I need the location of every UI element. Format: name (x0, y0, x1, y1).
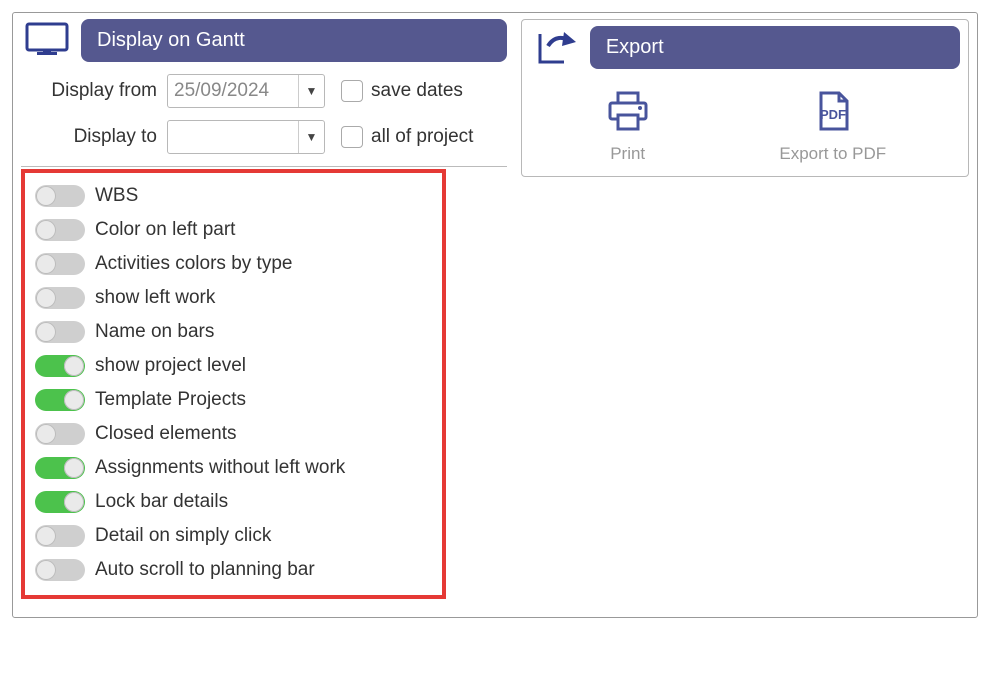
toggle-row: show project level (35, 355, 434, 377)
export-pdf-label: Export to PDF (779, 144, 886, 164)
display-to-row: Display to ▼ all of project (27, 120, 507, 154)
svg-text:PDF: PDF (820, 107, 846, 122)
export-icon (530, 26, 582, 69)
toggle-switch[interactable] (35, 219, 85, 241)
export-actions: Print PDF Export to PDF (530, 81, 960, 166)
toggle-label: Closed elements (95, 423, 237, 445)
printer-icon (604, 89, 652, 138)
toggle-switch[interactable] (35, 559, 85, 581)
save-dates-checkbox[interactable] (341, 80, 363, 102)
toggle-row: Name on bars (35, 321, 434, 343)
display-to-field[interactable]: ▼ (167, 120, 325, 154)
toggle-row: show left work (35, 287, 434, 309)
toggle-row: Closed elements (35, 423, 434, 445)
export-panel-head: Export (530, 26, 960, 69)
toggle-switch[interactable] (35, 491, 85, 513)
divider (21, 166, 507, 167)
toggle-label: Template Projects (95, 389, 246, 411)
all-of-project-checkbox[interactable] (341, 126, 363, 148)
toggle-switch[interactable] (35, 253, 85, 275)
toggle-label: show project level (95, 355, 246, 377)
gantt-panel-head: Display on Gantt (21, 19, 507, 62)
pdf-icon: PDF (809, 89, 857, 138)
toggle-switch[interactable] (35, 525, 85, 547)
export-panel: Export Print (521, 19, 969, 177)
print-button[interactable]: Print (604, 89, 652, 164)
toggle-row: Activities colors by type (35, 253, 434, 275)
toggle-row: WBS (35, 185, 434, 207)
toggle-switch[interactable] (35, 287, 85, 309)
gantt-toggle-list: WBS Color on left part Activities colors b… (21, 169, 446, 599)
toggle-label: WBS (95, 185, 138, 207)
gantt-panel: Display on Gantt Display from ▼ save dat… (21, 19, 507, 599)
all-of-project-label: all of project (371, 126, 473, 148)
toggle-switch[interactable] (35, 389, 85, 411)
toggle-row: Template Projects (35, 389, 434, 411)
toggle-label: Auto scroll to planning bar (95, 559, 315, 581)
gantt-panel-title: Display on Gantt (81, 19, 507, 62)
toggle-row: Auto scroll to planning bar (35, 559, 434, 581)
monitor-icon (21, 19, 73, 62)
toggle-row: Lock bar details (35, 491, 434, 513)
save-dates-wrap: save dates (341, 80, 463, 102)
toggle-switch[interactable] (35, 457, 85, 479)
toggle-switch[interactable] (35, 423, 85, 445)
toggle-label: Name on bars (95, 321, 214, 343)
export-pdf-button[interactable]: PDF Export to PDF (779, 89, 886, 164)
display-to-dropdown[interactable]: ▼ (298, 121, 324, 153)
toggle-row: Color on left part (35, 219, 434, 241)
display-from-label: Display from (27, 80, 167, 102)
toggle-label: Detail on simply click (95, 525, 271, 547)
all-of-project-wrap: all of project (341, 126, 473, 148)
print-label: Print (610, 144, 645, 164)
display-from-input[interactable] (168, 75, 298, 107)
toggle-label: Assignments without left work (95, 457, 345, 479)
toggle-switch[interactable] (35, 355, 85, 377)
toggle-label: show left work (95, 287, 215, 309)
display-from-row: Display from ▼ save dates (27, 74, 507, 108)
toggle-switch[interactable] (35, 185, 85, 207)
toggle-switch[interactable] (35, 321, 85, 343)
toggle-row: Assignments without left work (35, 457, 434, 479)
settings-dialog: Display on Gantt Display from ▼ save dat… (12, 12, 978, 618)
display-to-label: Display to (27, 126, 167, 148)
display-to-input[interactable] (168, 121, 298, 153)
toggle-row: Detail on simply click (35, 525, 434, 547)
display-from-field[interactable]: ▼ (167, 74, 325, 108)
export-col: Export Print (521, 19, 969, 177)
toggle-label: Color on left part (95, 219, 235, 241)
toggle-label: Activities colors by type (95, 253, 292, 275)
toggle-label: Lock bar details (95, 491, 228, 513)
display-from-dropdown[interactable]: ▼ (298, 75, 324, 107)
date-filters: Display from ▼ save dates Display to ▼ (21, 74, 507, 154)
save-dates-label: save dates (371, 80, 463, 102)
export-panel-title: Export (590, 26, 960, 69)
